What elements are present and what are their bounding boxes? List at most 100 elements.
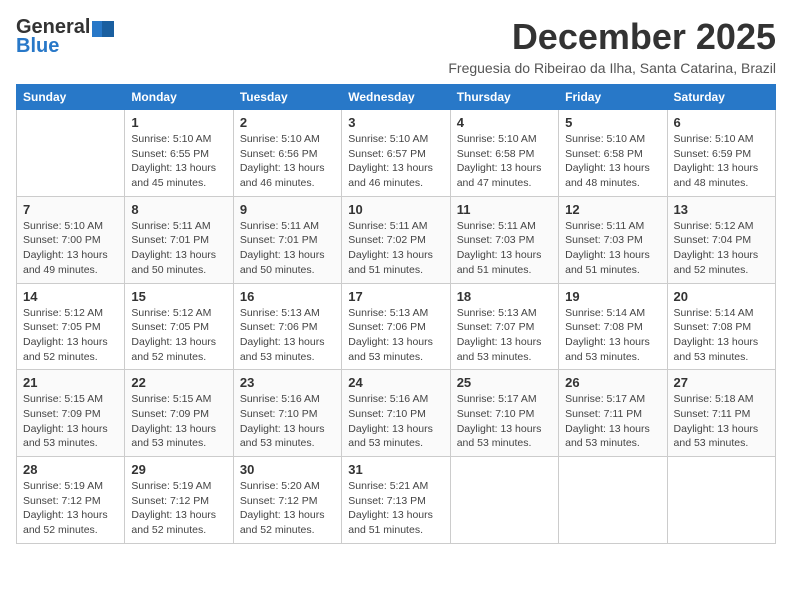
- logo-blue: Blue: [16, 35, 59, 58]
- calendar-table: SundayMondayTuesdayWednesdayThursdayFrid…: [16, 84, 776, 544]
- day-number: 16: [240, 289, 335, 304]
- calendar-cell: 27 Sunrise: 5:18 AM Sunset: 7:11 PM Dayli…: [667, 370, 775, 457]
- calendar-cell: 13 Sunrise: 5:12 AM Sunset: 7:04 PM Dayli…: [667, 196, 775, 283]
- calendar-cell: 10 Sunrise: 5:11 AM Sunset: 7:02 PM Dayli…: [342, 196, 450, 283]
- day-info: Sunrise: 5:15 AM Sunset: 7:09 PM Dayligh…: [23, 392, 118, 451]
- col-header-thursday: Thursday: [450, 85, 558, 110]
- calendar-cell: 25 Sunrise: 5:17 AM Sunset: 7:10 PM Dayli…: [450, 370, 558, 457]
- day-info: Sunrise: 5:20 AM Sunset: 7:12 PM Dayligh…: [240, 479, 335, 538]
- calendar-cell: 19Sunrise: 5:14 AM Sunset: 7:08 PM Dayli…: [559, 283, 667, 370]
- day-info: Sunrise: 5:16 AM Sunset: 7:10 PM Dayligh…: [240, 392, 335, 451]
- calendar-cell: 11 Sunrise: 5:11 AM Sunset: 7:03 PM Dayli…: [450, 196, 558, 283]
- col-header-tuesday: Tuesday: [233, 85, 341, 110]
- calendar-cell: 30 Sunrise: 5:20 AM Sunset: 7:12 PM Dayli…: [233, 457, 341, 544]
- day-info: Sunrise: 5:11 AM Sunset: 7:03 PM Dayligh…: [565, 219, 660, 278]
- day-number: 31: [348, 462, 443, 477]
- day-info: Sunrise: 5:16 AM Sunset: 7:10 PM Dayligh…: [348, 392, 443, 451]
- calendar-cell: 23 Sunrise: 5:16 AM Sunset: 7:10 PM Dayli…: [233, 370, 341, 457]
- day-number: 24: [348, 375, 443, 390]
- logo: General Blue: [16, 16, 114, 58]
- title-block: December 2025 Freguesia do Ribeirao da I…: [448, 16, 776, 76]
- calendar-cell: 1Sunrise: 5:10 AM Sunset: 6:55 PM Daylig…: [125, 110, 233, 197]
- calendar-cell: 22Sunrise: 5:15 AM Sunset: 7:09 PM Dayli…: [125, 370, 233, 457]
- day-number: 10: [348, 202, 443, 217]
- day-number: 3: [348, 115, 443, 130]
- day-number: 7: [23, 202, 118, 217]
- day-number: 29: [131, 462, 226, 477]
- calendar-cell: 29 Sunrise: 5:19 AM Sunset: 7:12 PM Dayli…: [125, 457, 233, 544]
- day-info: Sunrise: 5:12 AM Sunset: 7:05 PM Dayligh…: [131, 306, 226, 365]
- day-number: 9: [240, 202, 335, 217]
- calendar-cell: 31 Sunrise: 5:21 AM Sunset: 7:13 PM Dayli…: [342, 457, 450, 544]
- day-number: 17: [348, 289, 443, 304]
- calendar-week-1: 1Sunrise: 5:10 AM Sunset: 6:55 PM Daylig…: [17, 110, 776, 197]
- day-number: 5: [565, 115, 660, 130]
- day-info: Sunrise: 5:13 AM Sunset: 7:07 PM Dayligh…: [457, 306, 552, 365]
- col-header-saturday: Saturday: [667, 85, 775, 110]
- col-header-friday: Friday: [559, 85, 667, 110]
- calendar-cell: 14Sunrise: 5:12 AM Sunset: 7:05 PM Dayli…: [17, 283, 125, 370]
- col-header-wednesday: Wednesday: [342, 85, 450, 110]
- calendar-cell: 12 Sunrise: 5:11 AM Sunset: 7:03 PM Dayli…: [559, 196, 667, 283]
- col-header-monday: Monday: [125, 85, 233, 110]
- day-info: Sunrise: 5:12 AM Sunset: 7:05 PM Dayligh…: [23, 306, 118, 365]
- calendar-week-2: 7 Sunrise: 5:10 AM Sunset: 7:00 PM Daylig…: [17, 196, 776, 283]
- day-info: Sunrise: 5:10 AM Sunset: 6:56 PM Dayligh…: [240, 132, 335, 191]
- day-number: 20: [674, 289, 769, 304]
- day-number: 15: [131, 289, 226, 304]
- calendar-cell: 21 Sunrise: 5:15 AM Sunset: 7:09 PM Dayli…: [17, 370, 125, 457]
- calendar-cell: 9 Sunrise: 5:11 AM Sunset: 7:01 PM Daylig…: [233, 196, 341, 283]
- day-info: Sunrise: 5:10 AM Sunset: 6:59 PM Dayligh…: [674, 132, 769, 191]
- day-info: Sunrise: 5:11 AM Sunset: 7:01 PM Dayligh…: [240, 219, 335, 278]
- calendar-cell: 26Sunrise: 5:17 AM Sunset: 7:11 PM Dayli…: [559, 370, 667, 457]
- day-number: 23: [240, 375, 335, 390]
- calendar-cell: [559, 457, 667, 544]
- day-number: 30: [240, 462, 335, 477]
- calendar-cell: 5Sunrise: 5:10 AM Sunset: 6:58 PM Daylig…: [559, 110, 667, 197]
- day-number: 25: [457, 375, 552, 390]
- calendar-cell: 8Sunrise: 5:11 AM Sunset: 7:01 PM Daylig…: [125, 196, 233, 283]
- calendar-cell: 6 Sunrise: 5:10 AM Sunset: 6:59 PM Daylig…: [667, 110, 775, 197]
- day-info: Sunrise: 5:14 AM Sunset: 7:08 PM Dayligh…: [674, 306, 769, 365]
- day-info: Sunrise: 5:19 AM Sunset: 7:12 PM Dayligh…: [131, 479, 226, 538]
- calendar-cell: 18 Sunrise: 5:13 AM Sunset: 7:07 PM Dayli…: [450, 283, 558, 370]
- calendar-cell: [450, 457, 558, 544]
- day-number: 6: [674, 115, 769, 130]
- day-info: Sunrise: 5:21 AM Sunset: 7:13 PM Dayligh…: [348, 479, 443, 538]
- day-info: Sunrise: 5:18 AM Sunset: 7:11 PM Dayligh…: [674, 392, 769, 451]
- calendar-cell: [667, 457, 775, 544]
- day-info: Sunrise: 5:17 AM Sunset: 7:10 PM Dayligh…: [457, 392, 552, 451]
- day-info: Sunrise: 5:10 AM Sunset: 7:00 PM Dayligh…: [23, 219, 118, 278]
- col-header-sunday: Sunday: [17, 85, 125, 110]
- day-number: 12: [565, 202, 660, 217]
- day-info: Sunrise: 5:11 AM Sunset: 7:02 PM Dayligh…: [348, 219, 443, 278]
- day-number: 18: [457, 289, 552, 304]
- calendar-cell: 16Sunrise: 5:13 AM Sunset: 7:06 PM Dayli…: [233, 283, 341, 370]
- day-number: 27: [674, 375, 769, 390]
- day-number: 2: [240, 115, 335, 130]
- page-header: General Blue December 2025 Freguesia do …: [16, 16, 776, 76]
- calendar-cell: 4Sunrise: 5:10 AM Sunset: 6:58 PM Daylig…: [450, 110, 558, 197]
- calendar-cell: 28 Sunrise: 5:19 AM Sunset: 7:12 PM Dayli…: [17, 457, 125, 544]
- calendar-header-row: SundayMondayTuesdayWednesdayThursdayFrid…: [17, 85, 776, 110]
- calendar-cell: 15 Sunrise: 5:12 AM Sunset: 7:05 PM Dayli…: [125, 283, 233, 370]
- day-number: 13: [674, 202, 769, 217]
- day-info: Sunrise: 5:10 AM Sunset: 6:58 PM Dayligh…: [457, 132, 552, 191]
- day-info: Sunrise: 5:19 AM Sunset: 7:12 PM Dayligh…: [23, 479, 118, 538]
- calendar-cell: 7 Sunrise: 5:10 AM Sunset: 7:00 PM Daylig…: [17, 196, 125, 283]
- day-info: Sunrise: 5:10 AM Sunset: 6:55 PM Dayligh…: [131, 132, 226, 191]
- calendar-cell: 20 Sunrise: 5:14 AM Sunset: 7:08 PM Dayli…: [667, 283, 775, 370]
- day-number: 21: [23, 375, 118, 390]
- calendar-cell: 24 Sunrise: 5:16 AM Sunset: 7:10 PM Dayli…: [342, 370, 450, 457]
- calendar-cell: 17 Sunrise: 5:13 AM Sunset: 7:06 PM Dayli…: [342, 283, 450, 370]
- day-info: Sunrise: 5:10 AM Sunset: 6:57 PM Dayligh…: [348, 132, 443, 191]
- day-number: 11: [457, 202, 552, 217]
- calendar-week-3: 14Sunrise: 5:12 AM Sunset: 7:05 PM Dayli…: [17, 283, 776, 370]
- calendar-week-4: 21 Sunrise: 5:15 AM Sunset: 7:09 PM Dayli…: [17, 370, 776, 457]
- day-info: Sunrise: 5:11 AM Sunset: 7:03 PM Dayligh…: [457, 219, 552, 278]
- day-info: Sunrise: 5:13 AM Sunset: 7:06 PM Dayligh…: [348, 306, 443, 365]
- day-number: 8: [131, 202, 226, 217]
- day-number: 19: [565, 289, 660, 304]
- day-number: 28: [23, 462, 118, 477]
- day-info: Sunrise: 5:12 AM Sunset: 7:04 PM Dayligh…: [674, 219, 769, 278]
